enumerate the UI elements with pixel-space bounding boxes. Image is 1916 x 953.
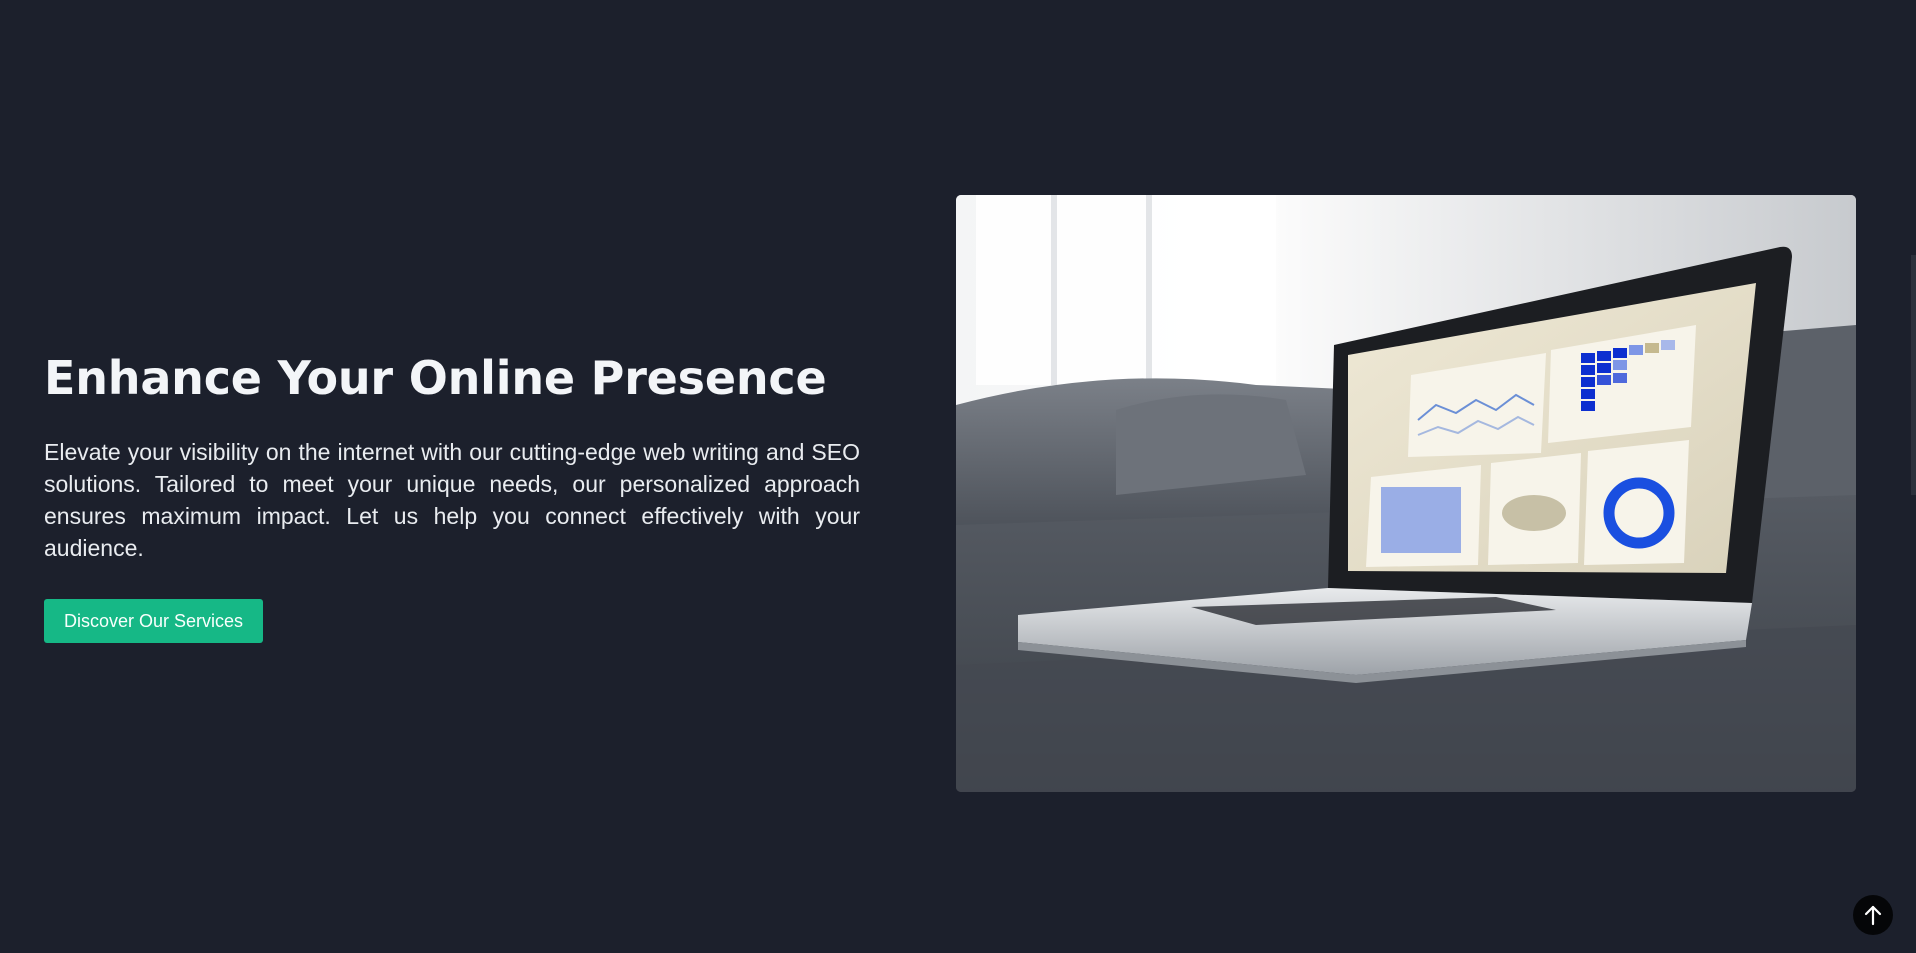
discover-services-button[interactable]: Discover Our Services (44, 599, 263, 643)
hero-section: Enhance Your Online Presence Elevate you… (44, 350, 860, 643)
laptop-analytics-image (956, 195, 1856, 792)
arrow-up-icon (1864, 905, 1882, 926)
page: Enhance Your Online Presence Elevate you… (0, 0, 1916, 953)
scrollbar-thumb[interactable] (1911, 255, 1916, 495)
hero-title: Enhance Your Online Presence (44, 351, 827, 405)
scroll-to-top-button[interactable] (1853, 895, 1893, 935)
hero-description: Elevate your visibility on the internet … (44, 439, 860, 561)
